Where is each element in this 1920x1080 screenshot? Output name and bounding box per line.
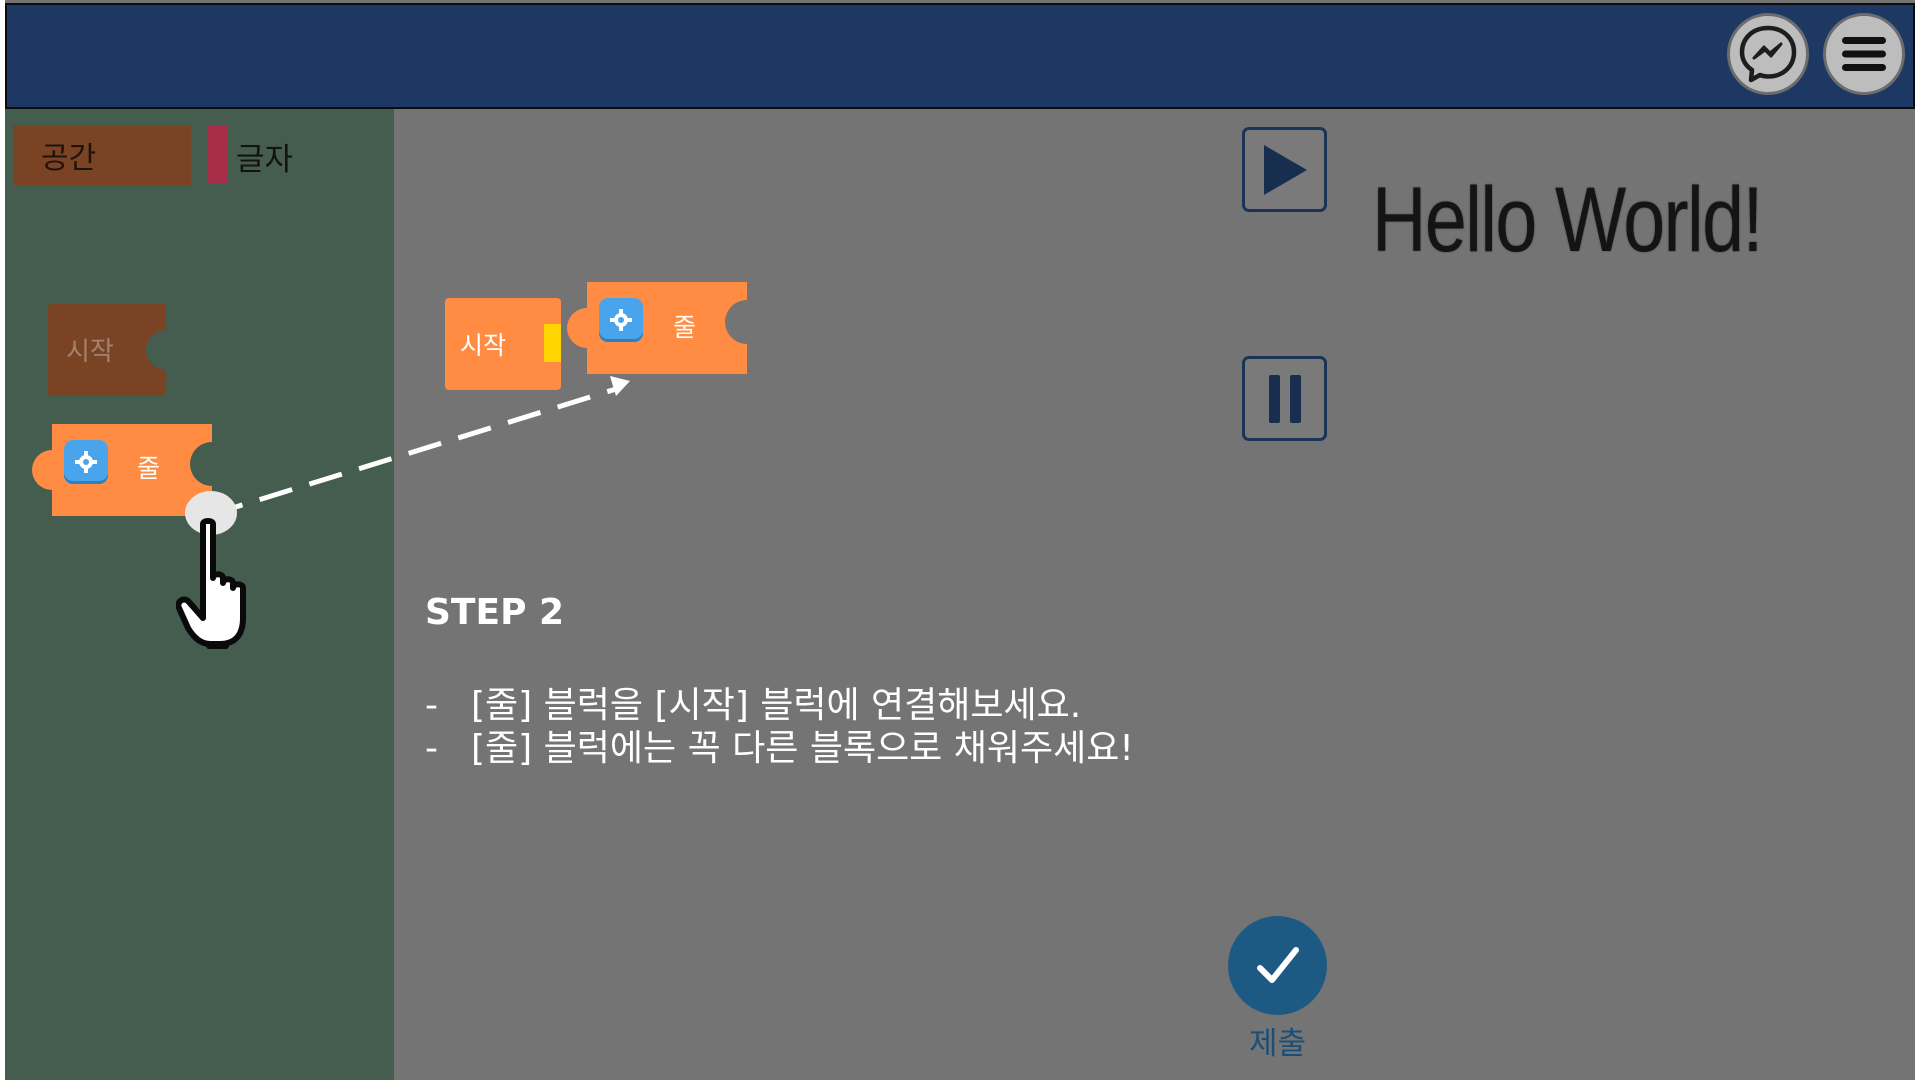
tab-text-label: 글자 [236, 141, 294, 178]
pause-button[interactable] [1242, 356, 1327, 441]
workspace-line-block[interactable] [565, 282, 751, 374]
messenger-button[interactable] [1727, 13, 1809, 95]
palette-start-block-label: 시작 [66, 337, 114, 367]
top-bar [5, 3, 1915, 109]
step-title: STEP 2 [425, 592, 565, 633]
instruction-line: - [줄] 블럭에는 꼭 다른 블록으로 채워주세요! [425, 719, 1134, 771]
hand-pointer-icon [176, 518, 246, 649]
menu-button[interactable] [1823, 13, 1905, 95]
checkmark-icon [1256, 946, 1299, 983]
workspace-line-block-label: 줄 [673, 313, 697, 342]
play-icon [1263, 144, 1307, 195]
tab-space[interactable]: 공간 [13, 125, 191, 185]
tab-space-label: 공간 [41, 141, 97, 176]
tab-text[interactable]: 글자 [236, 127, 293, 185]
messenger-icon [1739, 25, 1797, 83]
workspace-line-settings[interactable] [599, 298, 643, 342]
program-output-text: Hello World! [1372, 169, 1763, 271]
pause-icon [1268, 374, 1301, 423]
instruction-bullet: - [425, 728, 438, 769]
gear-icon [610, 309, 632, 331]
tab-text-color-marker [208, 126, 228, 184]
instruction-text: [줄] 블럭에는 꼭 다른 블록으로 채워주세요! [471, 728, 1134, 769]
palette-line-block-label: 줄 [137, 454, 161, 483]
workspace-start-block-label: 시작 [460, 331, 507, 360]
gear-icon [75, 451, 97, 473]
play-button[interactable] [1242, 127, 1327, 212]
submit-label[interactable]: 제출 [1228, 1018, 1327, 1063]
palette-line-block[interactable] [30, 424, 216, 516]
submit-button[interactable] [1228, 916, 1327, 1015]
hamburger-menu-icon [1842, 37, 1886, 71]
palette-line-settings[interactable] [64, 440, 108, 484]
